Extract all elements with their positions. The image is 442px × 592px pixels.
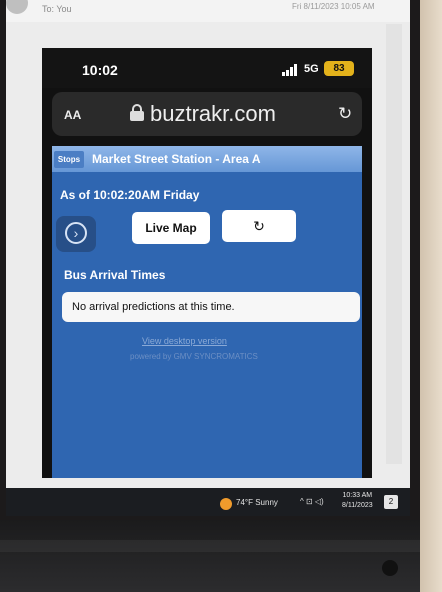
lock-icon (130, 104, 144, 121)
phone-status-bar: 10:02 5G 83 (42, 48, 372, 88)
next-stop-button[interactable]: › (56, 216, 96, 252)
windows-taskbar: 74°F Sunny ^ ⊡ ◁) 10:33 AM 8/11/2023 2 (6, 488, 410, 516)
taskbar-clock[interactable]: 10:33 AM 8/11/2023 (342, 491, 373, 511)
signal-icon (282, 64, 302, 76)
email-recipient: To: You (42, 4, 72, 14)
scrollbar[interactable] (386, 24, 402, 464)
live-map-button[interactable]: Live Map (132, 212, 210, 244)
update-timestamp: As of 10:02:20AM Friday (60, 188, 200, 202)
no-predictions-text: No arrival predictions at this time. (72, 301, 235, 313)
photo-scene: To: You Fri 8/11/2023 10:05 AM 10:02 5G … (0, 0, 442, 592)
avatar (6, 0, 28, 14)
phone-time: 10:02 (82, 62, 118, 78)
desktop-version-link[interactable]: View desktop version (142, 336, 227, 346)
arrivals-heading: Bus Arrival Times (64, 268, 166, 282)
monitor-bezel (0, 520, 420, 592)
chevron-right-icon: › (65, 222, 87, 244)
clock-time: 10:33 AM (342, 492, 373, 499)
address-bar[interactable]: AA buztrakr.com ↻ (52, 92, 362, 136)
page-title-bar: Stops Market Street Station - Area A (52, 146, 362, 172)
reload-icon[interactable]: ↻ (338, 104, 352, 124)
site-domain[interactable]: buztrakr.com (150, 101, 276, 127)
network-label: 5G (304, 63, 319, 75)
weather-widget[interactable]: 74°F Sunny (236, 498, 278, 507)
refresh-button[interactable]: ↻ (222, 210, 296, 242)
buztrakr-page: Stops Market Street Station - Area A As … (52, 146, 362, 478)
sun-icon (220, 498, 232, 510)
monitor: To: You Fri 8/11/2023 10:05 AM 10:02 5G … (0, 0, 420, 520)
power-button-icon[interactable] (382, 560, 398, 576)
monitor-screen: To: You Fri 8/11/2023 10:05 AM 10:02 5G … (6, 0, 410, 488)
battery-icon: 83 (324, 61, 354, 76)
page-title: Market Street Station - Area A (92, 152, 261, 166)
email-date: Fri 8/11/2023 10:05 AM (292, 2, 375, 11)
bezel-reflection (0, 540, 420, 552)
email-header: To: You Fri 8/11/2023 10:05 AM (6, 0, 410, 22)
stops-button[interactable]: Stops (54, 151, 84, 168)
clock-date: 8/11/2023 (342, 502, 373, 509)
powered-by-text: powered by GMV SYNCROMATICS (130, 352, 258, 361)
no-predictions-box: No arrival predictions at this time. (62, 292, 360, 322)
notification-icon[interactable]: 2 (384, 495, 398, 509)
text-size-button[interactable]: AA (64, 108, 81, 122)
phone-screenshot: 10:02 5G 83 AA buztrakr.com ↻ Stops Mark… (42, 48, 372, 478)
system-tray-icons[interactable]: ^ ⊡ ◁) (300, 497, 324, 506)
